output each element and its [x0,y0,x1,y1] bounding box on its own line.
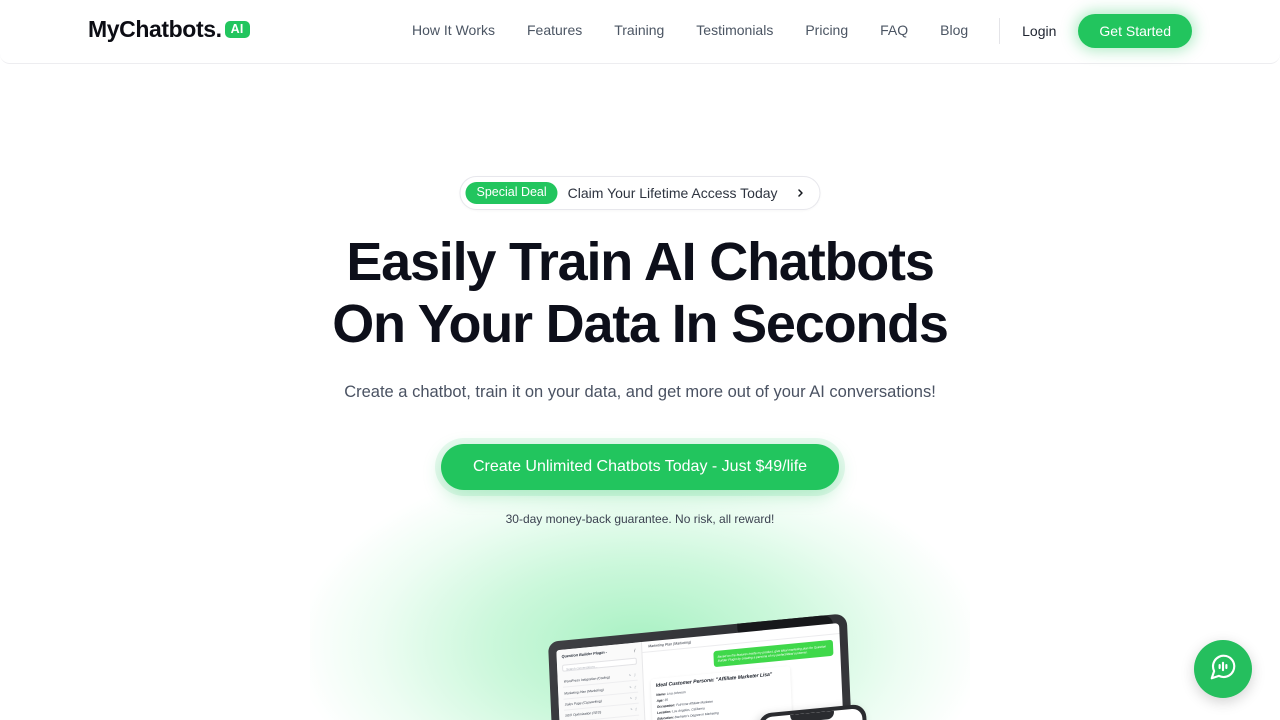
mockup-field-key: Location: [656,709,672,715]
phone-screen: Marketing Plan (Marketing) Based on the … [762,708,871,720]
mockup-field-value: Bachelor's Degree in Marketing [674,710,719,719]
hero-subheadline: Create a chatbot, train it on your data,… [344,383,936,401]
edit-delete-icons: ✎ ▯ [629,695,638,701]
create-chatbots-cta-button[interactable]: Create Unlimited Chatbots Today - Just $… [440,444,840,490]
laptop-mockup: Question Builder Plugin - ⋮ Search conve… [548,613,855,720]
mockup-conversation-label: Marketing Plan (Marketing) [564,687,604,696]
mockup-card-field: Name: Lisa Johnson [656,680,785,698]
mockup-card-subheading: Primary Goals: [658,714,787,720]
chevron-right-icon [794,186,808,200]
mockup-card-field: Age: 35 [656,686,785,704]
ellipsis-icon: ⋮ [632,648,637,653]
get-started-button[interactable]: Get Started [1078,14,1192,48]
nav-item-blog[interactable]: Blog [940,22,968,38]
mockup-card-field: Education: Bachelor's Degree in Marketin… [657,704,786,720]
mockup-main-panel: Marketing Plan (Marketing) Based on the … [641,623,847,720]
mockup-field-key: Age: [656,698,664,703]
logo[interactable]: MyChatbots. AI [88,16,250,43]
mockup-chat-area: Based on the features inside my product,… [642,634,847,720]
chat-widget-button[interactable] [1194,640,1252,698]
logo-text: MyChatbots. [88,16,222,42]
mockup-field-key: Education: [657,715,674,720]
hero-cta-container: Create Unlimited Chatbots Today - Just $… [0,444,1280,490]
edit-delete-icons: ✎ ▯ [628,672,637,678]
mockup-sidebar: Question Builder Plugin - ⋮ Search conve… [556,641,650,720]
mockup-conversation-item: Developer Documentation✎ ▯ [564,715,640,720]
mockup-field-key: Occupation: [656,702,676,709]
edit-delete-icons: ✎ ▯ [629,707,638,712]
nav-item-faq[interactable]: FAQ [880,22,908,38]
edit-delete-icons: ✎ ▯ [628,684,637,690]
nav-item-features[interactable]: Features [527,22,582,38]
mockup-card-field: Location: Los Angeles, California [657,698,786,716]
headline-line-2: On Your Data In Seconds [332,294,949,354]
mockup-search-input: Search conversations... [561,657,637,672]
mockup-conversation-item: WordPress Integration (Coding) ✎ ▯ [562,669,638,689]
nav-item-training[interactable]: Training [614,22,664,38]
mockup-conversation-label: Sales Page (Copywriting) [564,699,602,707]
special-deal-badge: Special Deal [465,182,558,204]
mockup-conversation-label: WordPress Integration (Coding) [563,675,610,684]
laptop-body: Question Builder Plugin - ⋮ Search conve… [548,613,855,720]
headline-line-1: Easily Train AI Chatbots [346,232,935,292]
phone-body: Marketing Plan (Marketing) Based on the … [758,703,875,720]
mockup-conversation-item: Marketing Plan (Marketing) ✎ ▯ [563,680,639,700]
header-divider [999,18,1001,44]
mockup-field-value: 35 [664,697,669,703]
mockup-assistant-card: Ideal Customer Persona: "Affiliate Marke… [650,666,793,720]
mockup-field-key: Name: [656,691,667,697]
site-header: MyChatbots. AI How It Works Features Tra… [0,0,1280,64]
mockup-conversation-label: SEO Optimization (SEO) [565,710,602,719]
chat-bubble-waveform-icon [1208,652,1238,687]
main-navigation: How It Works Features Training Testimoni… [412,22,968,38]
nav-item-how-it-works[interactable]: How It Works [412,22,495,38]
mockup-topbar-title: Marketing Plan (Marketing) [641,623,840,653]
laptop-bezel-notch [737,614,834,637]
hero-section: Special Deal Claim Your Lifetime Access … [0,64,1280,720]
mockup-card-title: Ideal Customer Persona: "Affiliate Marke… [655,671,773,690]
laptop-screen: Question Builder Plugin - ⋮ Search conve… [556,623,847,720]
mockup-field-value: Los Angeles, California [672,706,705,714]
phone-mockup: Marketing Plan (Marketing) Based on the … [758,703,875,720]
page-title: Easily Train AI Chatbots On Your Data In… [0,235,1280,351]
mockup-sidebar-title: Question Builder Plugin - ⋮ [562,648,637,660]
phone-notch [790,710,835,720]
mockup-conversation-item: SEO Optimization (SEO) ✎ ▯ [564,703,640,720]
mockup-user-message-bubble: Based on the features inside my product,… [713,639,834,668]
login-link[interactable]: Login [1022,23,1056,39]
mockup-field-value: Lisa Johnson [666,690,686,696]
mockup-card-field: Occupation: Full-time Affiliate Marketer [657,692,786,710]
nav-item-pricing[interactable]: Pricing [805,22,848,38]
mockup-field-value: Full-time Affiliate Marketer [676,699,714,707]
money-back-guarantee-text: 30-day money-back guarantee. No risk, al… [505,512,775,526]
logo-ai-badge: AI [224,20,250,39]
special-deal-text: Claim Your Lifetime Access Today [567,184,778,201]
header-actions: Login Get Started [999,14,1192,48]
mockup-sidebar-title-text: Question Builder Plugin - [561,650,608,659]
nav-item-testimonials[interactable]: Testimonials [696,22,773,38]
special-deal-banner[interactable]: Special Deal Claim Your Lifetime Access … [459,176,821,210]
mockup-conversation-item: Sales Page (Copywriting) ✎ ▯ [563,692,639,711]
hero-glow-decoration [310,464,970,720]
